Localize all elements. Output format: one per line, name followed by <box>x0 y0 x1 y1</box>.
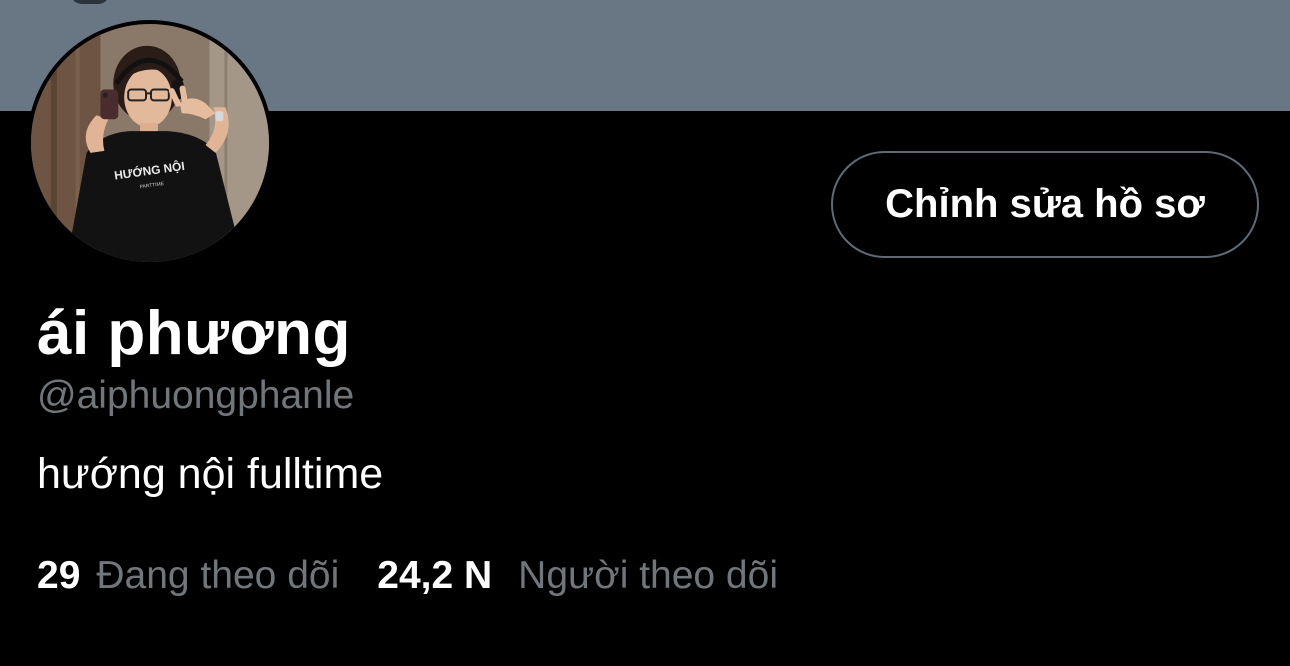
following-count: 29 <box>37 554 81 597</box>
edit-profile-button[interactable]: Chỉnh sửa hồ sơ <box>831 151 1259 258</box>
username-handle: @aiphuongphanle <box>37 374 355 417</box>
followers-label: Người theo dõi <box>518 554 778 597</box>
following-link[interactable]: 29 Đang theo dõi <box>37 554 339 598</box>
banner-edge-shape <box>70 0 110 4</box>
follow-stats: 29 Đang theo dõi 24,2 N Người theo dõi <box>37 550 778 602</box>
display-name: ái phương <box>37 299 351 368</box>
profile-header: HƯỚNG NỘI PARTTIME Chỉnh sửa hồ sơ ái ph… <box>0 0 1290 666</box>
profile-avatar[interactable]: HƯỚNG NỘI PARTTIME <box>27 20 273 266</box>
avatar-photo: HƯỚNG NỘI PARTTIME <box>31 24 269 262</box>
profile-bio: hướng nội fulltime <box>37 450 384 498</box>
following-label: Đang theo dõi <box>96 554 340 597</box>
followers-link[interactable]: 24,2 N Người theo dõi <box>377 554 778 598</box>
followers-count: 24,2 N <box>377 554 493 597</box>
